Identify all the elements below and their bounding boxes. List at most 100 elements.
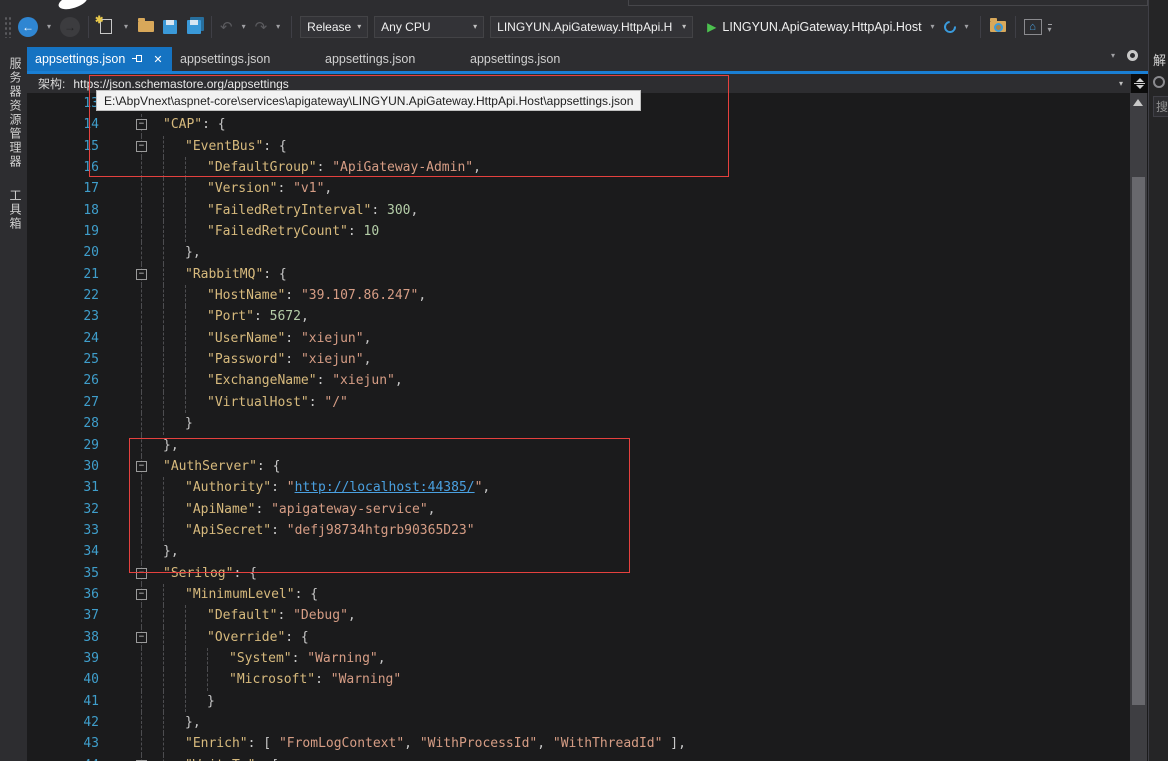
solution-explorer-title-glyph: 解 (1153, 53, 1167, 68)
toolbar-overflow-button[interactable]: ▾ (1047, 23, 1052, 34)
code-line[interactable]: 33 "ApiSecret": "defj98734htgrb90365D23" (27, 519, 1130, 542)
gear-icon[interactable] (1127, 50, 1138, 61)
run-button-label[interactable]: LINGYUN.ApiGateway.HttpApi.Host (722, 20, 921, 34)
fold-marker-icon[interactable]: − (136, 460, 147, 472)
code-line[interactable]: 39 "System": "Warning", (27, 647, 1130, 670)
save-button[interactable] (161, 18, 179, 36)
code-line[interactable]: 24 "UserName": "xiejun", (27, 327, 1130, 350)
navigate-back-button[interactable]: ← (18, 16, 38, 37)
new-item-dropdown-icon[interactable]: ▾ (121, 22, 131, 31)
code-text: "EventBus": { (185, 138, 287, 154)
refresh-dropdown-icon[interactable]: ▾ (962, 22, 972, 31)
close-icon[interactable]: ✕ (153, 53, 162, 66)
code-line[interactable]: 36 − "MinimumLevel": { (27, 583, 1130, 606)
hyperlink[interactable]: http://localhost:44385/ (295, 480, 475, 495)
code-line[interactable]: 17 "Version": "v1", (27, 178, 1130, 200)
line-number: 26 (83, 373, 99, 389)
code-line[interactable]: 28} (27, 413, 1130, 435)
open-file-button[interactable] (137, 18, 155, 36)
platform-combobox[interactable]: Any CPU ▾ (374, 15, 485, 38)
refresh-icon[interactable] (941, 18, 958, 35)
sidebar-item-server-explorer[interactable]: 服务器资源管理器 (7, 57, 24, 169)
code-line[interactable]: 38 − "Override": { (27, 626, 1130, 648)
browser-link-button[interactable]: ⌂ (1023, 18, 1042, 35)
tab-label: appsettings.json (180, 52, 271, 66)
line-number: 17 (83, 181, 99, 197)
startup-project-combobox[interactable]: LINGYUN.ApiGateway.HttpApi.H ▾ (490, 15, 694, 38)
code-line[interactable]: 30 − "AuthServer": { (27, 455, 1130, 478)
code-line[interactable]: 42}, (27, 711, 1130, 734)
scroll-up-icon[interactable] (1133, 99, 1143, 106)
toolbar-drag-handle[interactable] (4, 15, 12, 38)
code-line[interactable]: 15 − "EventBus": { (27, 135, 1130, 158)
redo-dropdown-icon[interactable]: ▾ (273, 22, 283, 31)
run-dropdown-icon[interactable]: ▾ (928, 22, 938, 31)
code-line[interactable]: 41} (27, 690, 1130, 712)
tab-appsettings-3[interactable]: appsettings.json (317, 47, 462, 71)
code-line[interactable]: 35 − "Serilog": { (27, 562, 1130, 584)
code-text: "Enrich": [ "FromLogContext", "WithProce… (185, 736, 686, 752)
code-line[interactable]: 40 "Microsoft": "Warning" (27, 669, 1130, 691)
code-text: }, (185, 714, 201, 730)
line-number: 25 (83, 352, 99, 368)
scrollbar-thumb[interactable] (1132, 177, 1145, 705)
navigate-back-dropdown-icon[interactable]: ▾ (44, 22, 54, 31)
vertical-scrollbar[interactable] (1130, 93, 1147, 761)
fold-marker-icon[interactable]: − (136, 567, 147, 579)
code-line[interactable]: 34}, (27, 541, 1130, 563)
navigate-forward-button[interactable]: → (60, 16, 80, 37)
code-line[interactable]: 25 "Password": "xiejun", (27, 349, 1130, 371)
code-line[interactable]: 37 "Default": "Debug", (27, 605, 1130, 627)
indent-guide (163, 690, 185, 712)
fold-marker-icon[interactable]: − (136, 119, 147, 131)
code-line[interactable]: 32 "ApiName": "apigateway-service", (27, 498, 1130, 520)
indent-guide (163, 583, 185, 606)
new-item-button[interactable]: ✱ (95, 14, 115, 36)
undo-button[interactable]: ↶ (220, 18, 233, 36)
code-line[interactable]: 26 "ExchangeName": "xiejun", (27, 370, 1130, 392)
code-line[interactable]: 16 "DefaultGroup": "ApiGateway-Admin", (27, 157, 1130, 179)
code-line[interactable]: 43 "Enrich": [ "FromLogContext", "WithPro… (27, 733, 1130, 755)
code-line[interactable]: 44−"WriteTo": [ (27, 754, 1130, 761)
code-line[interactable]: 18 "FailedRetryInterval": 300, (27, 199, 1130, 222)
code-line[interactable]: 19 "FailedRetryCount": 10 (27, 221, 1130, 243)
code-line[interactable]: 22 "HostName": "39.107.86.247", (27, 285, 1130, 307)
chevron-down-icon: ▾ (357, 22, 362, 31)
redo-button[interactable]: ↷ (255, 18, 268, 36)
code-line[interactable]: 21 − "RabbitMQ": { (27, 263, 1130, 286)
sidebar-item-toolbox[interactable]: 工具箱 (7, 189, 24, 231)
line-number: 40 (83, 672, 99, 688)
configuration-combobox[interactable]: Release ▾ (300, 15, 369, 38)
tab-list-dropdown-icon[interactable]: ▾ (1108, 51, 1118, 60)
pin-icon[interactable] (132, 54, 144, 64)
code-line[interactable]: 31 "Authority": "http://localhost:44385/"… (27, 477, 1130, 499)
code-line[interactable]: 23 "Port": 5672, (27, 306, 1130, 328)
attach-to-process-button[interactable] (989, 18, 1007, 36)
undo-dropdown-icon[interactable]: ▾ (239, 22, 249, 31)
line-number: 31 (83, 480, 99, 496)
fold-marker-icon[interactable]: − (136, 631, 147, 643)
code-editor[interactable]: 13 14 − "CAP": {15 − "EventBus": {16 "DefaultG… (27, 93, 1130, 761)
indent-guide (141, 370, 163, 392)
tab-appsettings-active[interactable]: appsettings.json ✕ (27, 47, 172, 71)
save-all-button[interactable] (185, 18, 203, 36)
schema-url-combobox[interactable]: https://json.schemastore.org/appsettings (73, 77, 288, 91)
search-input-edge[interactable]: 搜 (1153, 96, 1168, 117)
code-line[interactable]: 27 "VirtualHost": "/" (27, 391, 1130, 414)
run-play-icon[interactable]: ▶ (707, 20, 716, 34)
configuration-value: Release (307, 19, 352, 34)
tab-appsettings-4[interactable]: appsettings.json (462, 47, 607, 71)
code-line[interactable]: 20}, (27, 242, 1130, 264)
code-text: "VirtualHost": "/" (207, 394, 348, 410)
fold-marker-icon[interactable]: − (136, 588, 147, 600)
code-text: "Microsoft": "Warning" (229, 672, 402, 688)
fold-marker-icon[interactable]: − (136, 268, 147, 280)
code-line[interactable]: 29}, (27, 434, 1130, 456)
fold-marker-icon[interactable]: − (136, 140, 147, 152)
code-line[interactable]: 14 − "CAP": { (27, 114, 1130, 136)
sparkle-icon: ✱ (95, 14, 104, 26)
tab-appsettings-2[interactable]: appsettings.json (172, 47, 317, 71)
chevron-down-icon[interactable]: ▾ (1119, 79, 1131, 88)
indent-guide (185, 285, 207, 307)
split-editor-button[interactable] (1131, 74, 1148, 93)
